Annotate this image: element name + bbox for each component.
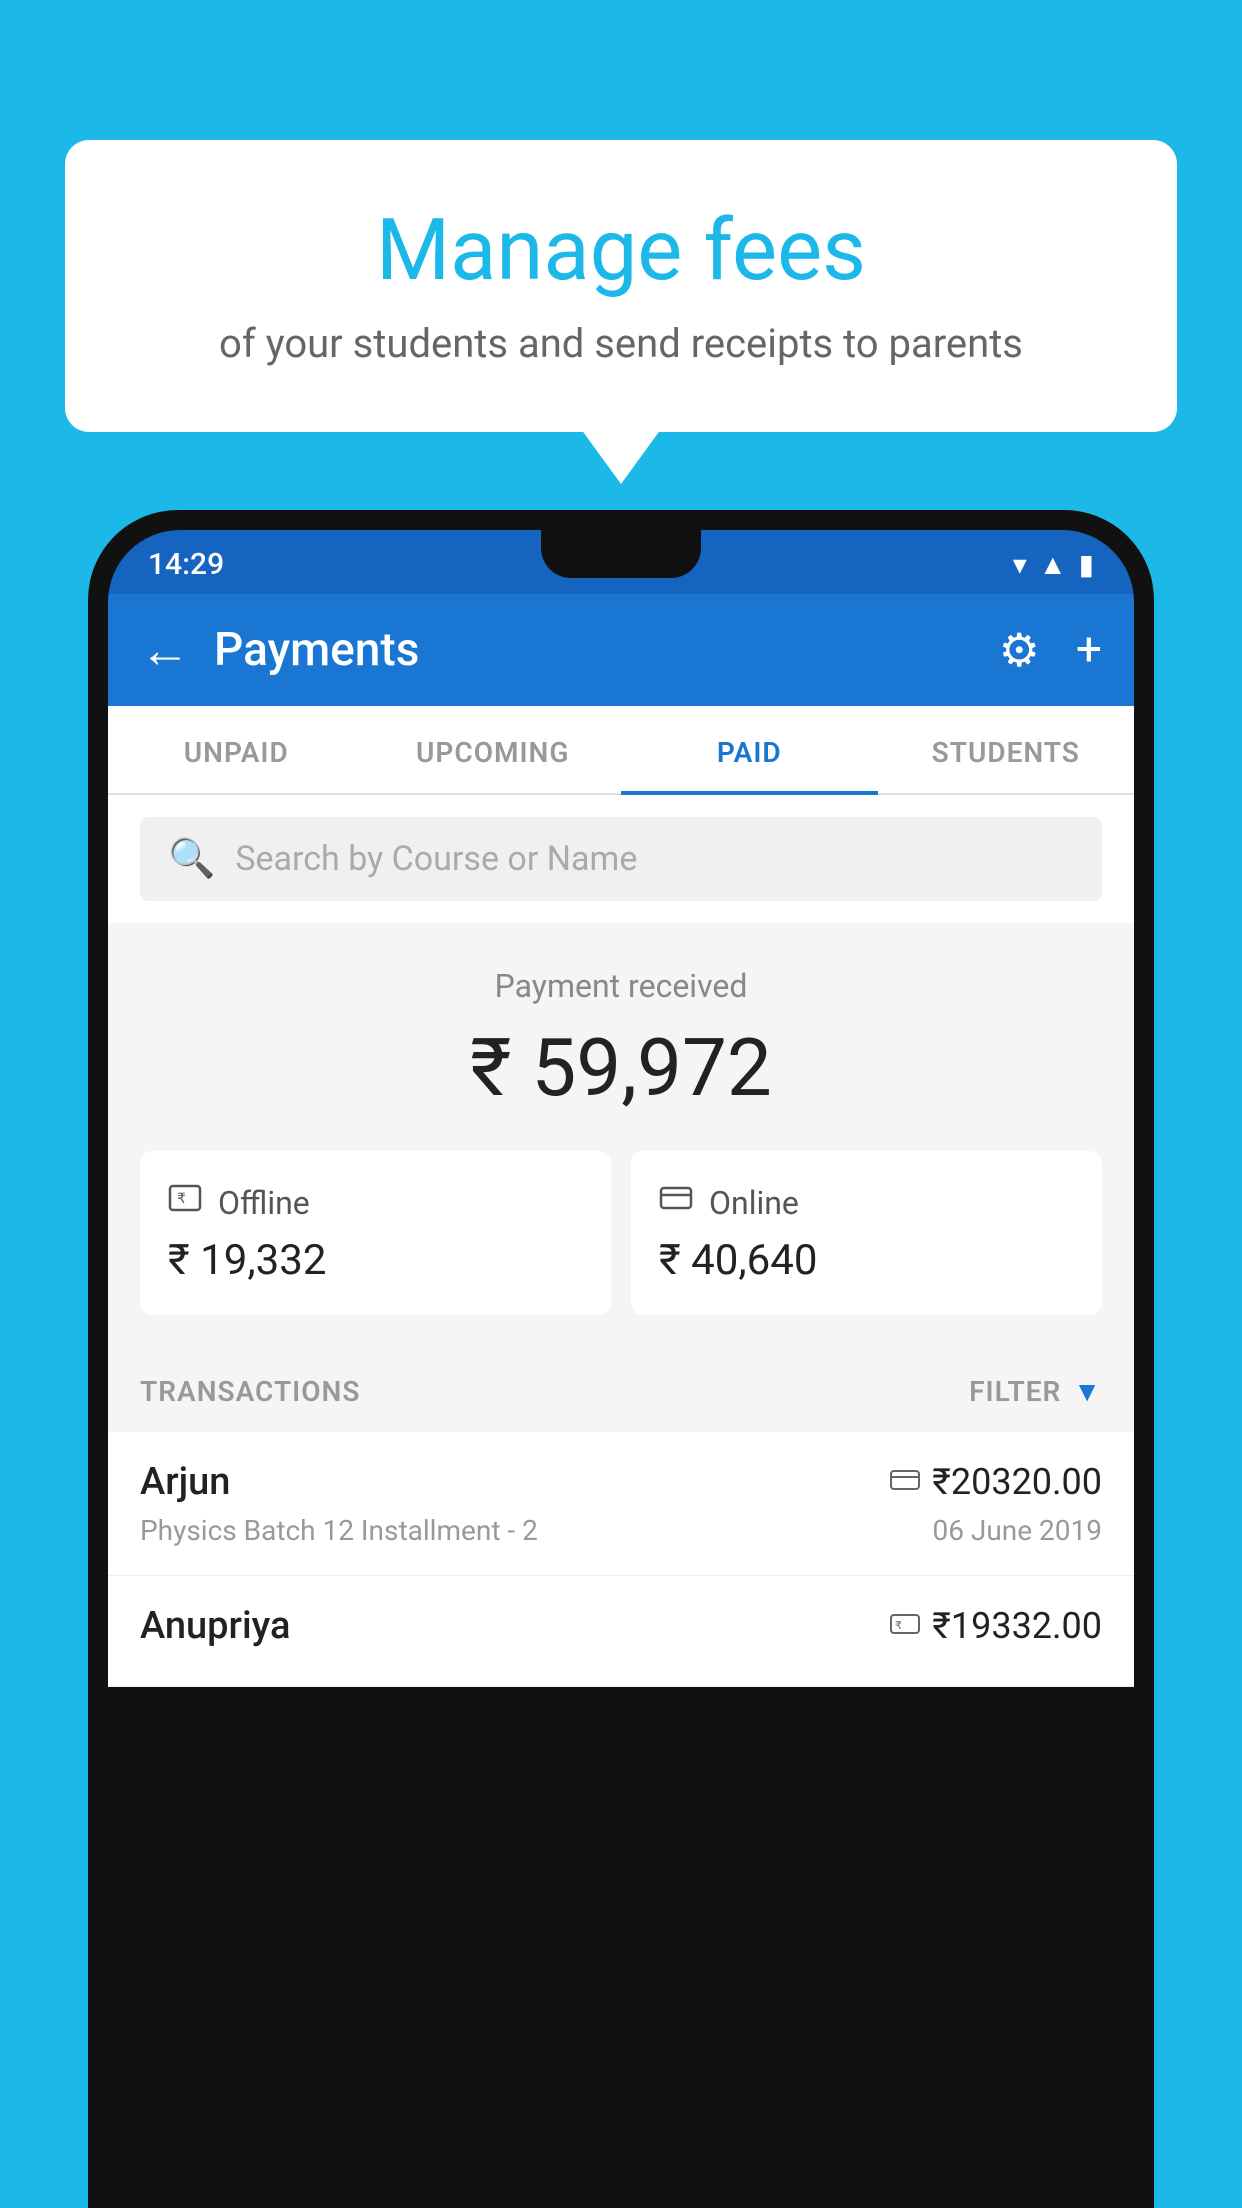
- gear-icon[interactable]: ⚙: [999, 623, 1040, 678]
- online-amount: ₹ 40,640: [659, 1236, 1074, 1285]
- filter-button[interactable]: FILTER ▼: [969, 1375, 1102, 1408]
- transaction-name-2: Anupriya: [140, 1604, 290, 1648]
- speech-bubble-wrapper: Manage fees of your students and send re…: [65, 140, 1177, 432]
- online-icon: [659, 1181, 693, 1224]
- transactions-label: TRANSACTIONS: [140, 1375, 360, 1408]
- offline-card-header: ₹ Offline: [168, 1181, 583, 1224]
- search-icon: 🔍: [168, 837, 215, 881]
- tab-upcoming[interactable]: UPCOMING: [365, 706, 622, 793]
- transactions-header: TRANSACTIONS FILTER ▼: [108, 1351, 1134, 1432]
- transaction-amount-2: ₹19332.00: [932, 1605, 1102, 1647]
- wifi-icon: ▾: [1013, 548, 1027, 581]
- content-area: 🔍 Search by Course or Name Payment recei…: [108, 795, 1134, 1687]
- transaction-type-icon: [890, 1465, 920, 1500]
- payment-amount: ₹ 59,972: [140, 1021, 1102, 1115]
- svg-text:₹: ₹: [895, 1620, 902, 1632]
- transaction-bottom: Physics Batch 12 Installment - 2 06 June…: [140, 1514, 1102, 1547]
- offline-amount: ₹ 19,332: [168, 1236, 583, 1285]
- bubble-title: Manage fees: [125, 200, 1117, 300]
- transaction-type-icon-2: ₹: [890, 1609, 920, 1644]
- tab-paid[interactable]: PAID: [621, 706, 878, 793]
- battery-icon: ▮: [1079, 548, 1094, 581]
- transaction-top-2: Anupriya ₹ ₹19332.00: [140, 1604, 1102, 1648]
- phone-frame: 14:29 ▾ ▲ ▮ ← Payments ⚙ + UNPAID UPCOMI…: [88, 510, 1154, 2208]
- search-input-wrapper[interactable]: 🔍 Search by Course or Name: [140, 817, 1102, 901]
- offline-label: Offline: [218, 1184, 310, 1222]
- back-button[interactable]: ←: [140, 621, 190, 680]
- transaction-top: Arjun ₹20320.00: [140, 1460, 1102, 1504]
- tab-unpaid[interactable]: UNPAID: [108, 706, 365, 793]
- signal-icon: ▲: [1039, 548, 1067, 581]
- status-time: 14:29: [148, 547, 224, 582]
- transaction-date: 06 June 2019: [932, 1514, 1102, 1547]
- status-icons: ▾ ▲ ▮: [1013, 548, 1094, 581]
- offline-icon: ₹: [168, 1181, 202, 1224]
- speech-bubble: Manage fees of your students and send re…: [65, 140, 1177, 432]
- payment-received-section: Payment received ₹ 59,972: [108, 923, 1134, 1151]
- transaction-amount-wrapper: ₹20320.00: [890, 1461, 1102, 1503]
- app-bar-title: Payments: [214, 623, 999, 677]
- transaction-row[interactable]: Arjun ₹20320.00 Physics Batch 12 Install…: [108, 1432, 1134, 1576]
- transaction-name: Arjun: [140, 1460, 230, 1504]
- app-bar: ← Payments ⚙ +: [108, 594, 1134, 706]
- transaction-amount-wrapper-2: ₹ ₹19332.00: [890, 1605, 1102, 1647]
- bubble-subtitle: of your students and send receipts to pa…: [125, 320, 1117, 367]
- tab-students[interactable]: STUDENTS: [878, 706, 1135, 793]
- payment-cards: ₹ Offline ₹ 19,332: [108, 1151, 1134, 1351]
- phone-inner: 14:29 ▾ ▲ ▮ ← Payments ⚙ + UNPAID UPCOMI…: [108, 530, 1134, 2208]
- transaction-amount: ₹20320.00: [932, 1461, 1102, 1503]
- online-label: Online: [709, 1184, 799, 1222]
- phone-notch: [541, 530, 701, 578]
- svg-text:₹: ₹: [177, 1190, 186, 1206]
- search-input[interactable]: Search by Course or Name: [235, 839, 637, 879]
- filter-icon: ▼: [1073, 1375, 1102, 1408]
- filter-label: FILTER: [969, 1375, 1061, 1408]
- search-bar: 🔍 Search by Course or Name: [108, 795, 1134, 923]
- payment-received-label: Payment received: [140, 967, 1102, 1005]
- online-card-header: Online: [659, 1181, 1074, 1224]
- transaction-row[interactable]: Anupriya ₹ ₹19332.00: [108, 1576, 1134, 1687]
- add-icon[interactable]: +: [1076, 623, 1102, 677]
- tabs: UNPAID UPCOMING PAID STUDENTS: [108, 706, 1134, 795]
- online-card: Online ₹ 40,640: [631, 1151, 1102, 1315]
- app-bar-actions: ⚙ +: [999, 623, 1102, 678]
- transaction-detail: Physics Batch 12 Installment - 2: [140, 1514, 538, 1547]
- offline-card: ₹ Offline ₹ 19,332: [140, 1151, 611, 1315]
